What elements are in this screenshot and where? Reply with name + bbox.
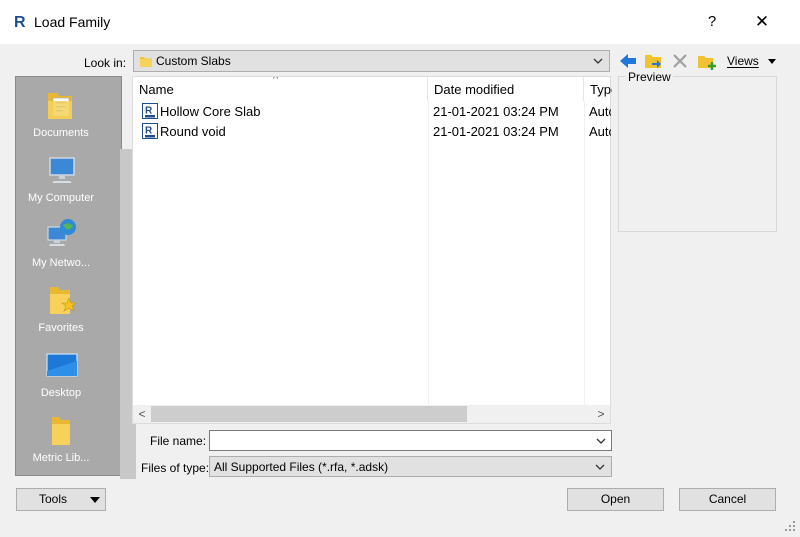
- computer-icon: [49, 157, 75, 183]
- svg-text:R: R: [145, 126, 153, 137]
- file-type-label: Files of type:: [141, 461, 210, 475]
- revit-logo-icon: R: [12, 12, 28, 30]
- file-row[interactable]: R Round void 21-01-2021 03:24 PM Auto: [133, 121, 612, 141]
- look-in-value: Custom Slabs: [156, 54, 231, 68]
- open-button[interactable]: Open: [567, 488, 664, 511]
- desktop-icon: [46, 353, 78, 377]
- preview-label: Preview: [626, 70, 673, 84]
- resize-grip-icon[interactable]: [784, 520, 796, 532]
- place-label: Desktop: [40, 387, 82, 399]
- sort-ascending-icon: ^: [273, 77, 279, 85]
- preview-pane: [618, 76, 777, 232]
- place-label: Documents: [33, 127, 89, 139]
- close-button[interactable]: ✕: [748, 8, 776, 36]
- file-date: 21-01-2021 03:24 PM: [433, 124, 559, 139]
- file-type-value: All Supported Files (*.rfa, *.adsk): [214, 460, 389, 474]
- favorites-folder-icon: [50, 287, 77, 314]
- open-label: Open: [600, 492, 631, 506]
- column-header-name[interactable]: Name ^: [133, 77, 428, 101]
- help-button[interactable]: ?: [700, 8, 724, 36]
- place-label: My Computer: [27, 192, 95, 204]
- folder-icon: [52, 417, 70, 445]
- tools-label: Tools: [39, 492, 68, 506]
- revit-family-file-icon: R: [142, 123, 158, 139]
- place-favorites[interactable]: Favorites: [16, 276, 120, 338]
- place-my-network[interactable]: My Netwo...: [16, 211, 120, 273]
- chevron-down-icon: [595, 464, 605, 470]
- scroll-right-icon[interactable]: >: [593, 406, 609, 422]
- svg-text:R: R: [14, 14, 26, 30]
- place-my-computer[interactable]: My Computer: [16, 146, 120, 208]
- column-divider: [428, 101, 429, 405]
- column-header-date-modified[interactable]: Date modified: [428, 77, 584, 101]
- place-metric-library[interactable]: Metric Lib...: [16, 406, 120, 468]
- file-name: Hollow Core Slab: [160, 104, 261, 119]
- chevron-down-icon: [593, 58, 603, 64]
- title-bar: R Load Family ? ✕: [0, 0, 800, 44]
- file-row[interactable]: R Hollow Core Slab 21-01-2021 03:24 PM A…: [133, 101, 612, 121]
- column-divider: [584, 101, 585, 405]
- up-folder-icon[interactable]: [643, 50, 665, 72]
- revit-family-file-icon: R: [142, 103, 158, 119]
- cancel-label: Cancel: [708, 492, 747, 506]
- window-title: Load Family: [34, 14, 111, 30]
- look-in-label: Look in:: [84, 56, 127, 70]
- new-folder-icon[interactable]: [696, 50, 718, 72]
- folder-icon: [140, 57, 152, 67]
- network-icon: [47, 219, 76, 246]
- place-label: Favorites: [38, 322, 84, 334]
- place-documents[interactable]: Documents: [16, 81, 120, 143]
- caret-down-icon: [90, 497, 100, 503]
- file-list: Name ^ Date modified Type R Hollow Core …: [132, 76, 612, 424]
- caret-down-icon: [768, 59, 776, 64]
- views-menu-button[interactable]: Views: [722, 51, 778, 71]
- file-type: Auto: [589, 124, 611, 139]
- horizontal-scrollbar[interactable]: < >: [133, 405, 610, 423]
- delete-icon[interactable]: [669, 50, 691, 72]
- back-arrow-icon[interactable]: [617, 50, 639, 72]
- column-header-label: Name: [139, 82, 174, 97]
- place-label: My Netwo...: [31, 257, 91, 269]
- column-header-label: Date modified: [434, 82, 515, 97]
- file-name-input[interactable]: [209, 430, 612, 451]
- scroll-left-icon[interactable]: <: [134, 406, 150, 422]
- documents-folder-icon: [48, 93, 72, 119]
- file-type: Auto: [589, 104, 611, 119]
- column-header-label: Type: [590, 82, 612, 97]
- places-bar: Documents My Computer My Netwo... Favori…: [15, 76, 136, 479]
- tools-button[interactable]: Tools: [16, 488, 106, 511]
- file-name: Round void: [160, 124, 226, 139]
- place-desktop[interactable]: Desktop: [16, 341, 120, 403]
- look-in-dropdown[interactable]: Custom Slabs: [133, 50, 610, 72]
- file-type-dropdown[interactable]: All Supported Files (*.rfa, *.adsk): [209, 456, 612, 477]
- column-header-type[interactable]: Type: [584, 77, 612, 101]
- place-label: Metric Lib...: [32, 452, 90, 464]
- svg-text:R: R: [145, 106, 153, 117]
- chevron-down-icon[interactable]: [594, 433, 608, 449]
- file-name-label: File name:: [150, 434, 207, 448]
- views-label: Views: [727, 54, 759, 68]
- file-date: 21-01-2021 03:24 PM: [433, 104, 559, 119]
- cancel-button[interactable]: Cancel: [679, 488, 776, 511]
- scrollbar-thumb[interactable]: [151, 406, 467, 422]
